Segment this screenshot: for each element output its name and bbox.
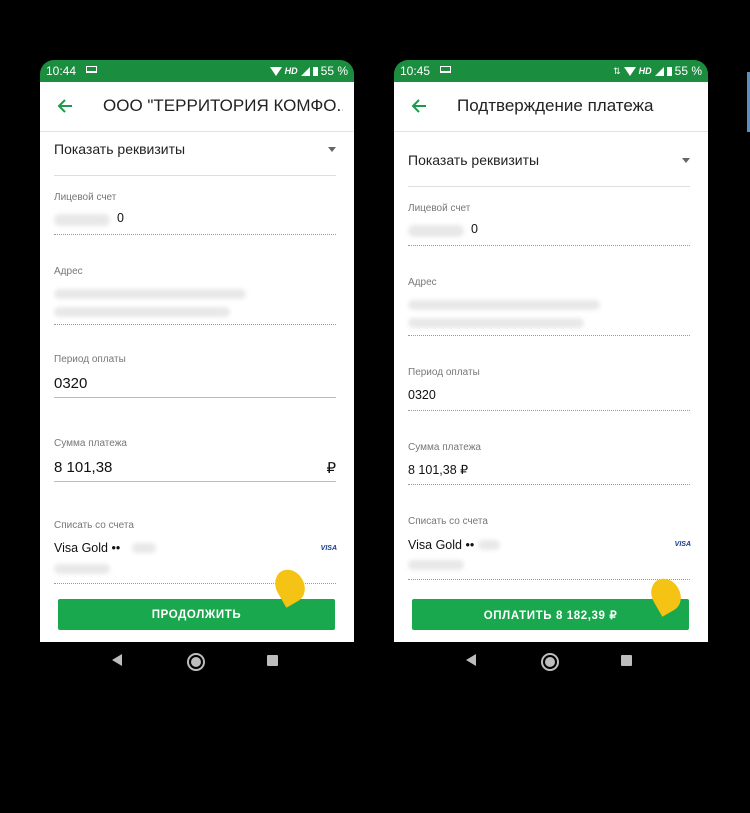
address-hidden	[54, 307, 230, 317]
account-value: 0	[117, 211, 124, 225]
nav-recents-icon[interactable]	[621, 655, 632, 666]
divider	[54, 175, 336, 176]
nav-home-icon[interactable]	[187, 653, 205, 671]
status-time: 10:44	[46, 64, 77, 78]
card-underline	[408, 579, 690, 580]
divider	[408, 186, 690, 187]
period-value: 0320	[408, 388, 436, 402]
currency-sign: ₽	[326, 460, 336, 477]
period-underline	[54, 397, 336, 398]
account-value: 0	[471, 222, 478, 236]
back-arrow-icon[interactable]	[410, 97, 428, 115]
amount-label: Сумма платежа	[408, 442, 481, 453]
account-label: Лицевой счет	[408, 203, 471, 214]
nav-bar	[394, 642, 708, 682]
battery-level: 55 %	[674, 64, 702, 78]
address-underline	[408, 335, 690, 336]
network-type: HD	[638, 66, 652, 76]
address-label: Адрес	[54, 266, 83, 277]
account-underline	[54, 234, 336, 235]
visa-logo: VISA	[674, 541, 691, 548]
address-hidden	[54, 289, 246, 299]
card-balance-hidden	[408, 560, 464, 570]
amount-underline	[408, 484, 690, 485]
card-number-hidden	[132, 543, 156, 553]
screen: ООО "ТЕРРИТОРИЯ КОМФО... Показать реквиз…	[40, 82, 354, 642]
battery-icon	[666, 66, 672, 76]
period-input[interactable]: 0320	[54, 375, 87, 392]
amount-input[interactable]: 8 101,38	[54, 459, 112, 476]
nav-home-icon[interactable]	[541, 653, 559, 671]
address-hidden	[408, 318, 584, 328]
account-hidden	[54, 214, 110, 226]
battery-level: 55 %	[320, 64, 348, 78]
address-underline	[54, 324, 336, 325]
status-bar: 10:45 ⇅ HD 55 %	[394, 60, 708, 82]
page-title: Подтверждение платежа	[457, 96, 654, 115]
debit-label: Списать со счета	[54, 520, 134, 531]
card-number-hidden	[478, 540, 500, 550]
card-name[interactable]: Visa Gold ••	[54, 541, 120, 555]
laptop-icon	[440, 66, 451, 73]
show-details-label: Показать реквизиты	[54, 141, 186, 157]
battery-icon	[312, 66, 318, 76]
page-title: ООО "ТЕРРИТОРИЯ КОМФО...	[103, 96, 343, 115]
address-hidden	[408, 300, 600, 310]
app-bar: Подтверждение платежа	[394, 82, 708, 132]
account-hidden	[408, 225, 464, 237]
nav-recents-icon[interactable]	[267, 655, 278, 666]
period-label: Период оплаты	[54, 354, 126, 365]
nav-back-icon[interactable]	[466, 654, 476, 666]
account-label: Лицевой счет	[54, 192, 117, 203]
screen: Подтверждение платежа Показать реквизиты…	[394, 82, 708, 642]
signal-icon	[300, 66, 310, 76]
card-name: Visa Gold ••	[408, 538, 475, 552]
signal-icon	[654, 66, 664, 76]
period-label: Период оплаты	[408, 367, 480, 378]
phone-screen-right: 10:45 ⇅ HD 55 % Подтверждение платежа По…	[394, 60, 708, 720]
wifi-icon	[269, 66, 282, 76]
nav-bar	[40, 642, 354, 682]
laptop-icon	[86, 66, 97, 73]
dropdown-caret-icon	[682, 158, 690, 163]
amount-value: 8 101,38 ₽	[408, 463, 469, 477]
app-bar: ООО "ТЕРРИТОРИЯ КОМФО...	[40, 82, 354, 132]
status-bar: 10:44 HD 55 %	[40, 60, 354, 82]
show-details-toggle[interactable]: Показать реквизиты	[54, 141, 336, 157]
wifi-icon	[623, 66, 636, 76]
dropdown-caret-icon	[328, 147, 336, 152]
show-details-toggle[interactable]: Показать реквизиты	[408, 152, 690, 168]
address-label: Адрес	[408, 277, 437, 288]
debit-label: Списать со счета	[408, 516, 488, 527]
status-time: 10:45	[400, 64, 431, 78]
network-type: HD	[284, 66, 298, 76]
back-arrow-icon[interactable]	[56, 97, 74, 115]
vibrate-icon: ⇅	[613, 65, 621, 76]
nav-back-icon[interactable]	[112, 654, 122, 666]
card-balance-hidden	[54, 564, 110, 574]
pay-button[interactable]: ОПЛАТИТЬ 8 182,39 ₽	[412, 599, 689, 630]
amount-label: Сумма платежа	[54, 438, 127, 449]
period-underline	[408, 410, 690, 411]
visa-logo: VISA	[320, 545, 337, 552]
amount-underline	[54, 481, 336, 482]
show-details-label: Показать реквизиты	[408, 152, 540, 168]
phone-screen-left: 10:44 HD 55 % ООО "ТЕРРИТОРИЯ КОМФО... П…	[40, 60, 354, 720]
account-underline	[408, 245, 690, 246]
